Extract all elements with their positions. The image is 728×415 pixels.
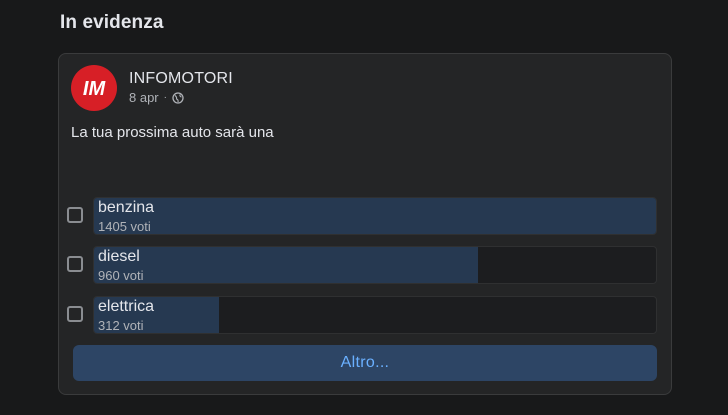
- post-card: IM INFOMOTORI 8 apr · La tua prossima au…: [58, 53, 672, 395]
- poll-bar[interactable]: [93, 246, 657, 284]
- post-date[interactable]: 8 apr: [129, 90, 159, 105]
- page-name[interactable]: INFOMOTORI: [129, 70, 233, 88]
- poll-option-label: elettrica: [98, 298, 155, 315]
- more-options-button[interactable]: Altro...: [73, 345, 657, 381]
- poll-bar[interactable]: [93, 296, 657, 334]
- poll-checkbox[interactable]: [67, 256, 83, 272]
- infomotori-logo-icon: IM: [83, 78, 107, 99]
- poll-option-benzina[interactable]: benzina 1405 voti: [67, 197, 663, 235]
- post-text: La tua prossima auto sarà una: [71, 124, 274, 141]
- poll-option-diesel[interactable]: diesel 960 voti: [67, 246, 663, 284]
- globe-icon: [172, 91, 184, 104]
- page-avatar[interactable]: IM: [71, 65, 117, 111]
- meta-separator: ·: [163, 92, 167, 103]
- poll-option-label: diesel: [98, 248, 140, 265]
- poll-option-votes: 312 voti: [98, 318, 144, 333]
- poll-checkbox[interactable]: [67, 207, 83, 223]
- poll-option-elettrica[interactable]: elettrica 312 voti: [67, 296, 663, 334]
- poll-bar-fill: [94, 198, 656, 234]
- poll-bar-fill: [94, 247, 478, 283]
- post-meta: 8 apr ·: [129, 90, 184, 105]
- poll-option-votes: 960 voti: [98, 268, 144, 283]
- poll-bar[interactable]: [93, 197, 657, 235]
- logo-text: IM: [83, 78, 107, 99]
- poll-option-votes: 1405 voti: [98, 219, 151, 234]
- poll-checkbox[interactable]: [67, 306, 83, 322]
- poll-option-label: benzina: [98, 199, 155, 216]
- section-title: In evidenza: [60, 12, 164, 33]
